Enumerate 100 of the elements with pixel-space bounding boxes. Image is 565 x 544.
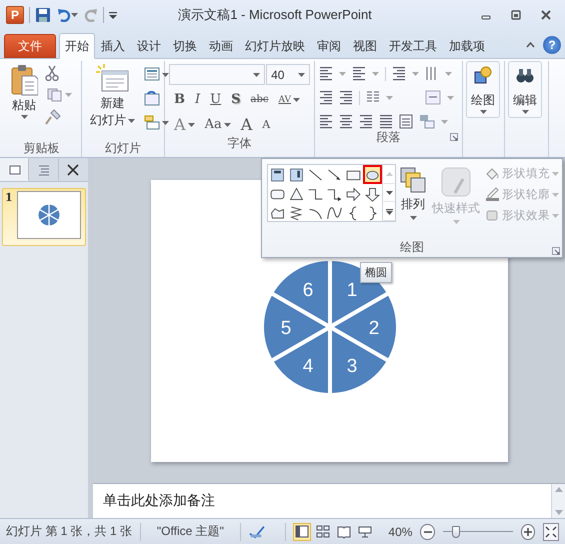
cut-icon[interactable] — [45, 65, 59, 81]
oval-tool[interactable] — [363, 165, 382, 184]
line-spacing-icon[interactable] — [392, 66, 406, 81]
italic-button[interactable]: I — [194, 91, 202, 108]
slide-count: 幻灯片 第 1 张，共 1 张 — [6, 523, 132, 540]
slice-label: 4 — [302, 356, 313, 377]
slides-tab[interactable] — [0, 158, 30, 181]
slide-thumbnail[interactable]: 1 — [2, 188, 86, 246]
caret-icon — [372, 72, 379, 76]
fit-to-window-button[interactable] — [542, 522, 559, 540]
align-left-icon[interactable] — [319, 114, 333, 129]
ribbon-tab[interactable]: 动画 — [203, 34, 239, 58]
down-arrow-icon — [364, 185, 381, 202]
save-icon[interactable] — [35, 7, 51, 23]
font-size-field[interactable]: 40 — [266, 64, 310, 85]
scroll-down-icon — [554, 510, 562, 515]
numbering-icon[interactable] — [352, 66, 366, 81]
arrange-button[interactable]: 排列 — [398, 164, 428, 239]
normal-view-button[interactable] — [293, 522, 312, 540]
font-name-field[interactable] — [169, 64, 266, 85]
justify-icon[interactable] — [379, 114, 393, 129]
spelling-check-icon[interactable] — [248, 524, 265, 540]
grow-font-button[interactable]: A — [240, 114, 254, 135]
shadow-button[interactable]: S — [230, 91, 242, 108]
group-label: 字体 — [226, 135, 252, 152]
close-icon — [67, 164, 80, 176]
ribbon-tab[interactable]: 审阅 — [311, 34, 347, 58]
shapes-icon — [473, 65, 493, 85]
caret-icon — [386, 96, 393, 100]
reset-icon — [144, 91, 160, 106]
bold-button[interactable]: B — [173, 91, 186, 108]
zoom-level[interactable]: 40% — [388, 524, 412, 538]
paste-button[interactable]: 粘贴 — [6, 61, 42, 122]
window-title: 演示文稿1 - Microsoft PowerPoint — [177, 6, 373, 24]
undo-icon — [57, 8, 71, 22]
dialog-launcher-icon[interactable] — [552, 247, 560, 255]
zoom-slider[interactable] — [442, 526, 513, 538]
editing-button[interactable]: 编辑 — [508, 61, 542, 118]
drawing-button[interactable]: 绘图 — [466, 61, 500, 118]
shrink-font-button[interactable]: A — [261, 117, 272, 132]
ribbon-tab[interactable]: 视图 — [347, 34, 383, 58]
section-button[interactable] — [142, 113, 171, 132]
caret-icon — [162, 72, 169, 76]
caret-icon — [412, 72, 419, 76]
smartart-icon[interactable] — [419, 114, 435, 129]
align-center-icon[interactable] — [339, 114, 353, 129]
ribbon-tab[interactable]: 幻灯片放映 — [239, 34, 311, 58]
plus-icon — [524, 528, 532, 536]
ribbon-tab[interactable]: 插入 — [95, 34, 131, 58]
ribbon-tab[interactable]: 开发工具 — [383, 34, 443, 58]
ribbon-tab[interactable]: 开始 — [59, 33, 95, 59]
copy-button[interactable] — [45, 86, 74, 104]
caret-icon — [188, 122, 195, 126]
zoom-out-button[interactable] — [420, 524, 435, 540]
close-icon — [541, 10, 551, 20]
caret-icon — [445, 72, 452, 76]
new-slide-button[interactable]: 新建 幻灯片 — [86, 61, 139, 131]
increase-indent-icon[interactable] — [339, 90, 353, 105]
change-case-button[interactable]: Aa — [204, 116, 232, 133]
slider-thumb[interactable] — [452, 526, 460, 538]
format-painter-icon[interactable] — [45, 109, 61, 125]
caret-icon — [552, 214, 559, 218]
new-slide-icon — [96, 64, 130, 94]
tooltip: 椭圆 — [360, 262, 392, 283]
right-arrow-icon — [345, 185, 362, 202]
fill-icon — [485, 166, 500, 181]
scroll-up-icon — [554, 487, 562, 492]
caret-icon — [447, 96, 454, 100]
undo-button[interactable] — [56, 7, 79, 23]
file-tab[interactable]: 文件 — [4, 34, 56, 58]
zoom-in-button[interactable] — [520, 524, 535, 540]
sorter-view-button[interactable] — [314, 522, 332, 540]
outline-icon — [485, 187, 500, 202]
strike-button[interactable]: abc — [250, 93, 270, 106]
layout-icon — [144, 67, 160, 82]
show-view-icon — [358, 524, 372, 538]
dialog-launcher-icon[interactable] — [450, 133, 458, 141]
collapse-ribbon-icon[interactable] — [526, 42, 535, 48]
align-text-icon[interactable] — [425, 90, 441, 105]
maximize-icon — [511, 10, 521, 20]
customize-toolbar-icon[interactable] — [109, 11, 117, 19]
slice-label: 3 — [346, 356, 357, 377]
bullets-icon[interactable] — [319, 66, 333, 81]
decrease-indent-icon[interactable] — [319, 90, 333, 105]
ribbon-tab[interactable]: 加载项 — [443, 34, 491, 58]
scrollbar[interactable] — [551, 484, 565, 518]
caret-icon — [128, 118, 135, 122]
slides-icon — [8, 162, 22, 176]
slide-number: 1 — [5, 191, 13, 204]
distribute-icon[interactable] — [399, 114, 413, 129]
slice-label: 2 — [368, 318, 379, 338]
ribbon-tab[interactable]: 切换 — [167, 34, 203, 58]
caret-icon — [522, 110, 528, 114]
slice-label: 6 — [302, 279, 313, 300]
underline-button[interactable]: U — [209, 91, 222, 108]
align-right-icon[interactable] — [359, 114, 373, 129]
theme-name[interactable]: "Office 主题" — [148, 523, 232, 540]
ribbon-tab[interactable]: 设计 — [131, 34, 167, 58]
spacing-button[interactable]: AV — [277, 94, 302, 106]
more-icon — [386, 208, 392, 215]
